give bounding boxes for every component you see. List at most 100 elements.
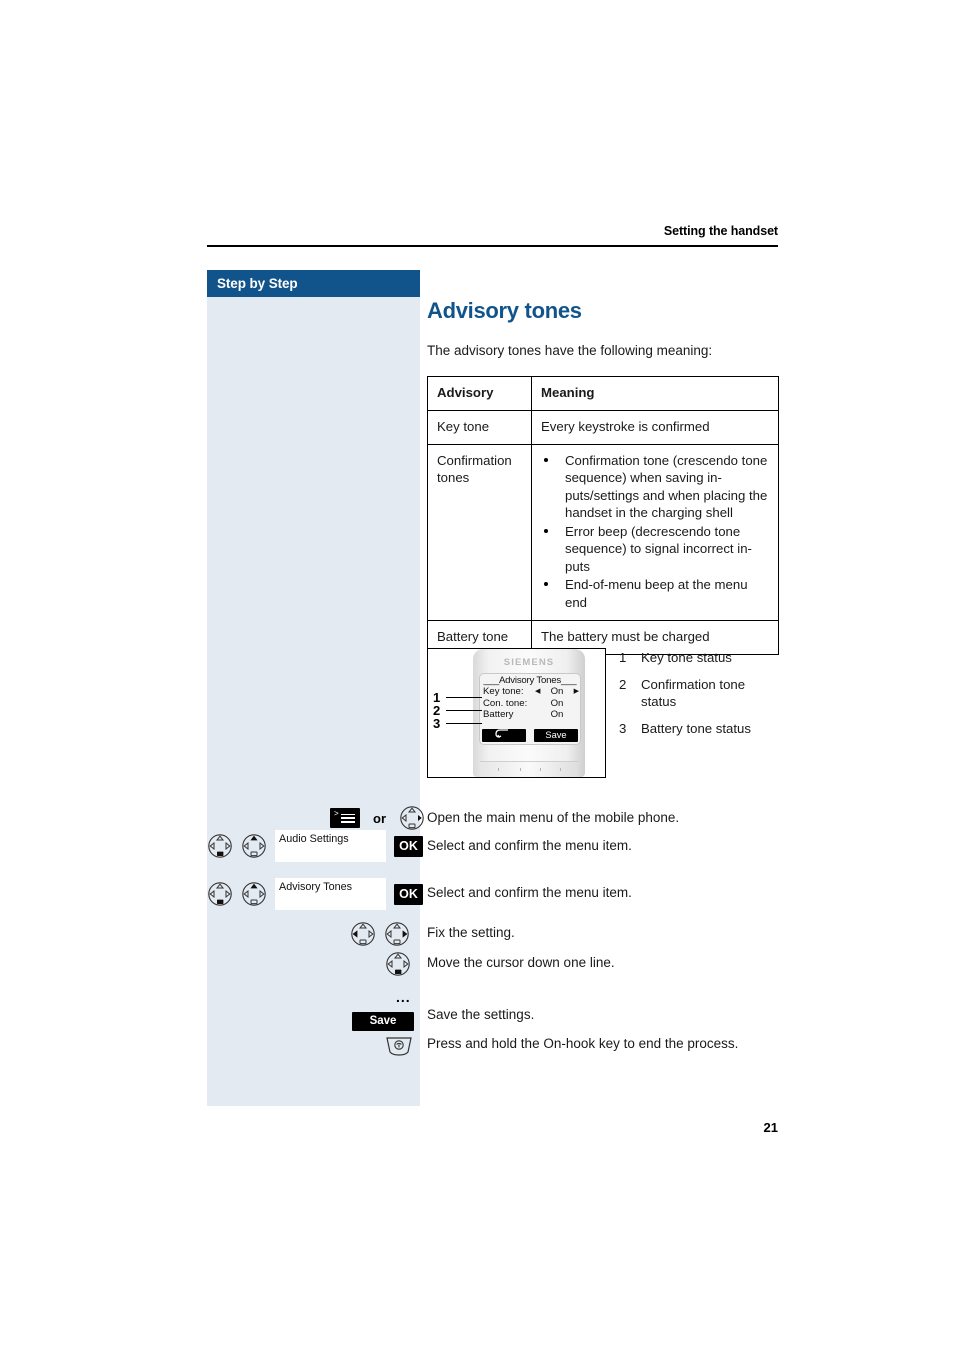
bullet-dot-icon — [544, 457, 548, 462]
meaning-bullet-list: Confirmation tone (crescendo tone sequen… — [541, 452, 769, 612]
table-col-meaning: Meaning — [531, 376, 779, 411]
step-by-step-body — [207, 297, 420, 1106]
table-col-advisory: Advisory — [427, 376, 532, 411]
cell-meaning: Confirmation tone (crescendo tone sequen… — [531, 443, 779, 622]
step-text-fix-setting: Fix the setting. — [427, 925, 515, 940]
legend-text: Key tone status — [641, 650, 732, 665]
step-text-on-hook: Press and hold the On-hook key to end th… — [427, 1036, 739, 1051]
or-label: or — [373, 810, 386, 826]
page-number: 21 — [763, 1120, 778, 1135]
list-item-text: End-of-menu beep at the menu end — [565, 577, 748, 610]
legend-number: 1 — [619, 650, 627, 665]
running-header-title: Setting the handset — [663, 224, 778, 238]
step-icons-open-menu: > or — [330, 803, 425, 833]
save-softkey-button[interactable]: Save — [352, 1011, 414, 1031]
keypad-mark — [498, 768, 499, 771]
screen-row-battery: Battery On — [480, 709, 580, 721]
legend-number: 2 — [619, 676, 627, 692]
step-text-open-menu: Open the main menu of the mobile phone. — [427, 810, 680, 825]
step-icons-audio-settings: Audio Settings OK — [207, 830, 423, 862]
screen-row-value: On — [550, 686, 564, 697]
screen-title: ___Advisory Tones___ — [483, 675, 577, 686]
handset-screen: ___Advisory Tones___ Key tone: ◀ On ▶ Co… — [479, 673, 581, 745]
keypad-mark — [560, 768, 561, 771]
callout-leader-1 — [446, 697, 482, 699]
nav-key-down-icon[interactable] — [207, 833, 233, 859]
table-row: Key tone Every keystroke is confirmed — [427, 409, 779, 445]
keypad-mark — [540, 768, 541, 771]
ok-button[interactable]: OK — [394, 835, 423, 857]
legend-number: 3 — [619, 720, 627, 736]
nav-key-up-icon[interactable] — [241, 881, 267, 907]
menu-key-line — [341, 817, 355, 819]
menu-key-caret: > — [334, 809, 339, 818]
nav-key-up-icon[interactable] — [241, 833, 267, 859]
list-item-text: Error beep (decrescendo tone sequence) t… — [565, 523, 752, 574]
advisory-tones-table: Advisory Meaning Key tone Every keystrok… — [427, 376, 779, 655]
nav-key-left-icon[interactable] — [350, 921, 376, 947]
intro-paragraph: The advisory tones have the following me… — [427, 343, 713, 359]
menu-key-icon[interactable]: > — [330, 808, 360, 828]
callout-leader-3 — [446, 723, 482, 725]
nav-key-down-icon[interactable] — [207, 881, 233, 907]
step-text-audio-settings: Select and confirm the menu item. — [427, 838, 632, 853]
step-text-move-cursor: Move the cursor down one line. — [427, 955, 615, 970]
on-hook-key-icon[interactable] — [384, 1034, 414, 1058]
nav-key-right-icon[interactable] — [384, 921, 410, 947]
figure-legend: 1 Key tone status 2 Confirmation tone st… — [619, 650, 779, 748]
legend-item: 3 Battery tone status — [619, 721, 779, 738]
nav-key-down-icon[interactable] — [385, 951, 411, 977]
keypad-mark — [520, 768, 521, 771]
legend-item: 1 Key tone status — [619, 650, 779, 667]
figure-block: SIEMENS ___Advisory Tones___ Key tone: ◀… — [427, 648, 779, 780]
ellipsis-mark: ... — [396, 989, 411, 1005]
bullet-dot-icon — [544, 528, 548, 533]
step-text-advisory-tones: Select and confirm the menu item. — [427, 885, 632, 900]
screen-softkeys: Save — [482, 729, 578, 742]
step-icons-move-cursor — [385, 949, 411, 979]
step-by-step-header: Step by Step — [207, 270, 420, 297]
list-item: End-of-menu beep at the menu end — [541, 576, 769, 611]
cell-meaning: Every keystroke is confirmed — [531, 409, 779, 445]
menu-key-line — [341, 820, 355, 823]
screen-row-value: On — [550, 697, 564, 709]
handset-keypad-base — [480, 761, 578, 777]
page-title: Advisory tones — [427, 298, 582, 323]
callout-number-3: 3 — [433, 716, 441, 731]
step-text-save: Save the settings. — [427, 1007, 535, 1022]
handset-illustration: SIEMENS ___Advisory Tones___ Key tone: ◀… — [427, 648, 606, 778]
legend-item: 2 Confirmation tone status — [619, 677, 779, 711]
list-item: Confirmation tone (crescendo tone sequen… — [541, 452, 769, 522]
screen-row-label: Key tone: — [483, 686, 524, 697]
screen-row-label: Con. tone: — [483, 697, 528, 709]
header-rule — [207, 245, 778, 247]
ok-button[interactable]: OK — [394, 883, 423, 905]
screen-row-value-wrap: ◀ On ▶ — [535, 686, 579, 698]
legend-text: Battery tone status — [641, 720, 751, 736]
menu-key-line — [341, 813, 355, 816]
bullet-dot-icon — [544, 582, 548, 587]
caret-left-icon: ◀ — [535, 688, 541, 695]
table-header-row: Advisory Meaning — [427, 376, 779, 411]
softkey-save-button: Save — [534, 729, 578, 742]
nav-key-right-icon[interactable] — [399, 805, 425, 831]
screen-row-value: On — [550, 709, 564, 720]
step-by-step-column: Step by Step — [207, 270, 420, 1106]
list-item-text: Confirmation tone (crescendo tone sequen… — [565, 452, 768, 521]
screen-row-con-tone: Con. tone: On — [480, 698, 580, 710]
cell-advisory: Key tone — [427, 409, 532, 445]
list-item: Error beep (decrescendo tone sequence) t… — [541, 523, 769, 576]
menu-field-audio-settings[interactable]: Audio Settings — [275, 830, 386, 862]
callout-leader-2 — [446, 710, 482, 712]
legend-text: Confirmation tone status — [641, 676, 746, 709]
screen-row-key-tone: Key tone: ◀ On ▶ — [480, 686, 580, 698]
menu-field-advisory-tones[interactable]: Advisory Tones — [275, 878, 386, 910]
softkey-back-button — [482, 729, 526, 742]
step-icons-advisory-tones: Advisory Tones OK — [207, 878, 423, 910]
screen-row-label: Battery — [483, 709, 514, 720]
caret-right-icon: ▶ — [573, 688, 579, 695]
running-header: Setting the handset — [207, 222, 778, 240]
back-arrow-icon — [495, 729, 508, 738]
step-icons-fix-setting — [350, 919, 410, 949]
brand-label: SIEMENS — [503, 657, 555, 668]
